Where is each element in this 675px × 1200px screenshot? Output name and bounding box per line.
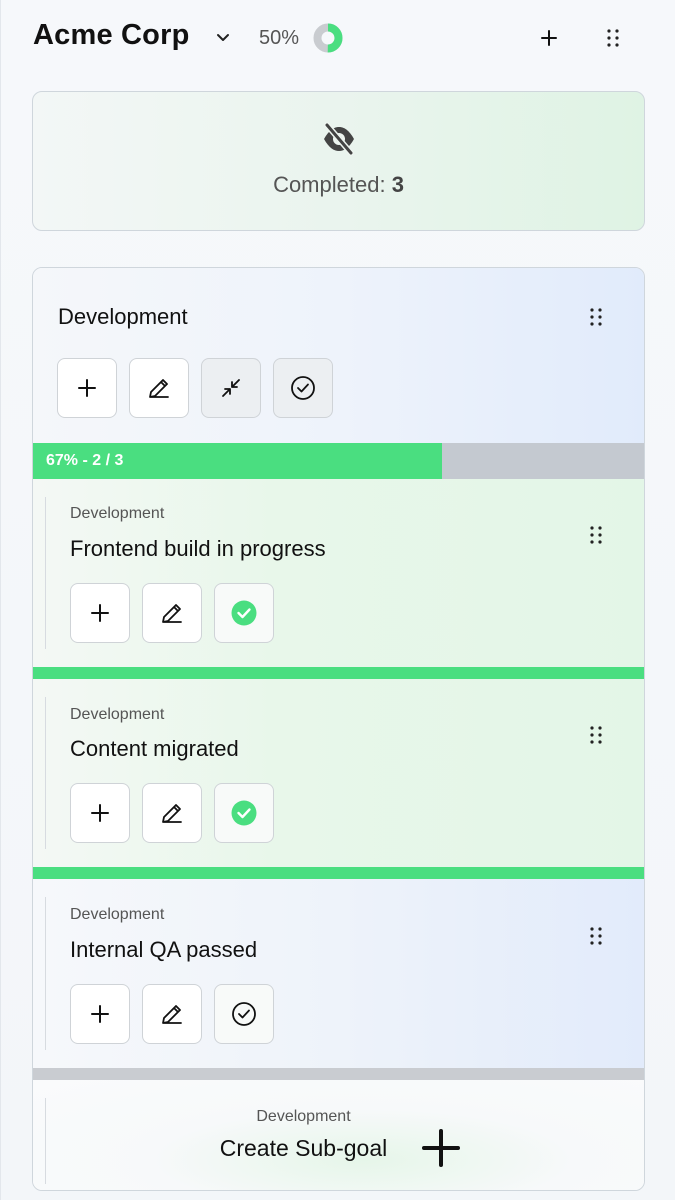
subgoal-progress-bar [33,667,644,679]
completed-count-label: Completed: 3 [273,172,404,197]
subgoal-rail [45,897,46,1050]
check-circle-icon [232,1002,256,1026]
progress-donut-icon [313,23,343,53]
goal-header: Development [33,268,644,443]
subgoal-rail [45,497,46,649]
collapse-button[interactable] [201,358,261,418]
add-subgoal-button[interactable] [70,583,130,643]
chevron-down-icon[interactable] [213,28,233,48]
subgoal-progress-bar [33,1068,644,1080]
create-subgoal-label[interactable]: Create Sub-goal [33,1135,574,1162]
completed-count: 3 [391,172,404,197]
create-subgoal-plus-icon[interactable] [421,1128,461,1168]
goal-card: Development 67% - 2 / 3 Development Fron… [32,267,645,1191]
subgoal-title: Content migrated [70,736,239,761]
drag-handle-icon[interactable] [586,924,606,948]
pencil-icon [149,379,169,398]
organization-title[interactable]: Acme Corp [33,19,190,52]
create-subgoal-category: Development [256,1108,351,1125]
check-circle-filled-icon [231,600,257,626]
subgoal-item[interactable]: Development Content migrated [33,679,644,867]
goal-progress-label: 67% - 2 / 3 [46,452,124,469]
goal-title: Development [58,304,188,329]
goal-progress-bar: 67% - 2 / 3 [33,443,644,479]
check-circle-icon [291,376,315,400]
subgoal-category: Development [70,706,165,723]
add-subgoal-button[interactable] [57,358,117,418]
drag-handle-icon[interactable] [586,523,606,547]
add-subgoal-button[interactable] [70,783,130,843]
app-page: Acme Corp 50% Completed: 3 Development 6… [0,0,675,1200]
pencil-icon [162,604,182,623]
subgoal-item[interactable]: Development Internal QA passed [33,879,644,1068]
check-circle-filled-icon [231,800,257,826]
subgoal-category: Development [70,505,165,522]
drag-handle-icon[interactable] [586,723,606,747]
eye-off-icon[interactable] [321,122,357,156]
complete-subgoal-button[interactable] [214,583,274,643]
drag-handle-icon[interactable] [586,305,606,329]
pencil-icon [162,804,182,823]
collapse-arrows-icon [222,379,240,397]
plus-icon [78,379,96,397]
subgoal-category: Development [70,906,165,923]
add-subgoal-button[interactable] [70,984,130,1044]
subgoal-title: Internal QA passed [70,937,258,962]
subgoal-title: Frontend build in progress [70,536,326,561]
subgoal-progress-bar [33,867,644,879]
subgoal-rail [45,697,46,849]
drag-dots-icon[interactable] [601,26,625,50]
edit-goal-button[interactable] [129,358,189,418]
edit-subgoal-button[interactable] [142,783,202,843]
complete-subgoal-button[interactable] [214,984,274,1044]
add-goal-button[interactable] [537,26,561,50]
edit-subgoal-button[interactable] [142,984,202,1044]
completed-card[interactable] [32,91,645,231]
subgoal-item[interactable]: Development Frontend build in progress [33,479,644,667]
edit-subgoal-button[interactable] [142,583,202,643]
plus-icon [91,604,109,622]
complete-goal-button[interactable] [273,358,333,418]
plus-icon [91,1005,109,1023]
header: Acme Corp 50% [1,0,675,76]
plus-icon [91,804,109,822]
progress-percent: 50% [259,27,300,49]
create-subgoal-row[interactable]: Development Create Sub-goal [33,1080,644,1190]
pencil-icon [162,1005,182,1024]
complete-subgoal-button[interactable] [214,783,274,843]
